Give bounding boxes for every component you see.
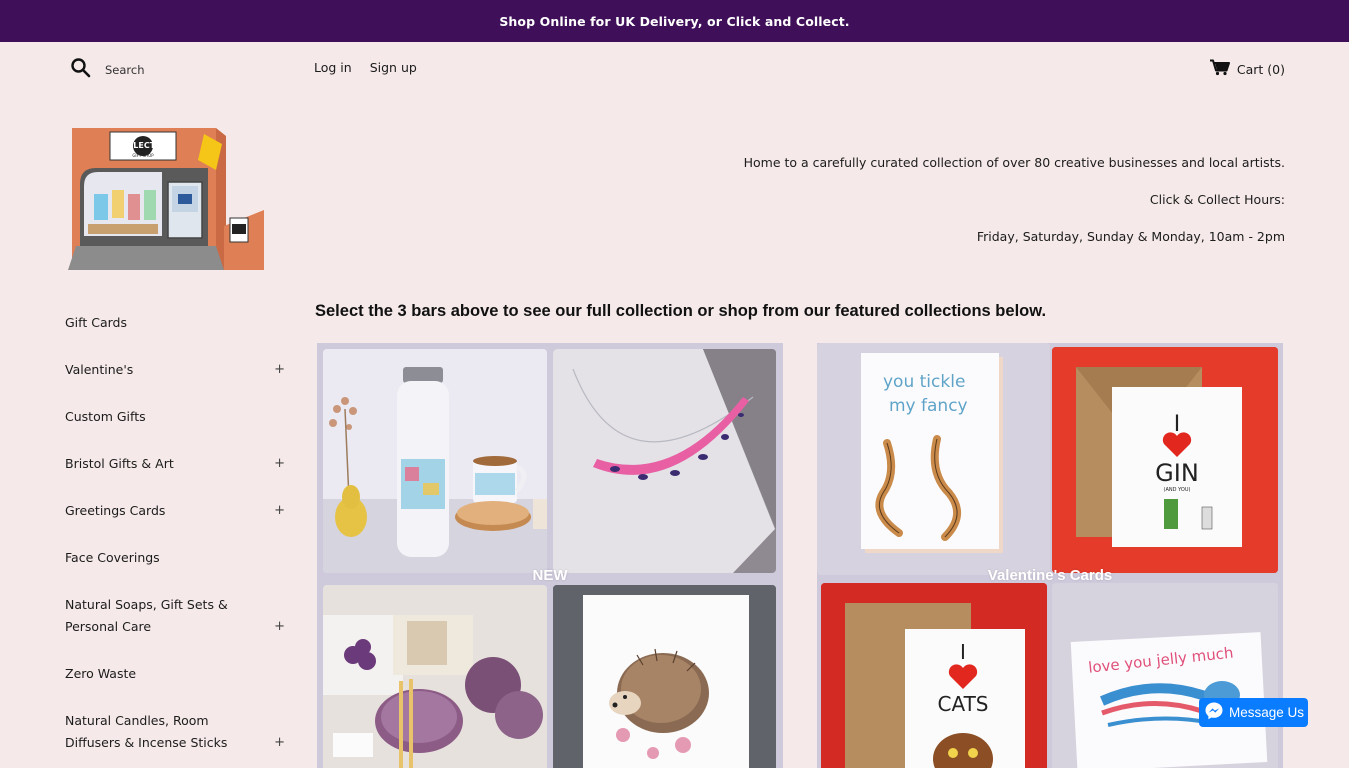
expand-plus-icon[interactable]: + xyxy=(274,453,285,475)
messenger-icon xyxy=(1204,701,1224,724)
card-text-and-you: (AND YOU) xyxy=(1164,487,1191,493)
click-collect-hours: Friday, Saturday, Sunday & Monday, 10am … xyxy=(976,229,1285,244)
collection-new[interactable]: NEW xyxy=(317,343,783,768)
card-text-tickle: you tickle xyxy=(883,372,965,392)
sidebar-item-label: Gift Cards xyxy=(65,315,127,330)
sidebar-item-label: Valentine's xyxy=(65,362,134,377)
expand-plus-icon[interactable]: + xyxy=(274,500,285,522)
cart-icon xyxy=(1209,59,1231,79)
expand-plus-icon[interactable]: + xyxy=(274,616,285,638)
card-text-gin-i: I xyxy=(1174,412,1181,437)
sidebar-item-greetings-cards[interactable]: Greetings Cards + xyxy=(65,500,285,522)
search-button[interactable]: Search xyxy=(70,57,145,82)
expand-plus-icon[interactable]: + xyxy=(274,732,285,754)
announcement-bar: Shop Online for UK Delivery, or Click an… xyxy=(0,0,1349,42)
collection-title: Valentine's Cards xyxy=(987,567,1113,584)
sidebar-item-label: Custom Gifts xyxy=(65,409,146,424)
product-image-cats-card: I CATS xyxy=(821,583,1047,768)
sidebar-item-label: Greetings Cards xyxy=(65,503,166,518)
cart-label: Cart (0) xyxy=(1236,61,1285,77)
collection-title: NEW xyxy=(532,567,568,584)
product-image-tickle-card: you tickle my fancy xyxy=(817,343,1050,575)
sidebar-item-valentines[interactable]: Valentine's + xyxy=(65,359,285,381)
product-image-jelly-card: love you jelly much xyxy=(1052,583,1278,768)
product-image-knitting-kit xyxy=(323,585,547,768)
login-link[interactable]: Log in xyxy=(314,60,352,75)
store-info: Home to a carefully curated collection o… xyxy=(744,144,1285,255)
sidebar-item-natural-soaps[interactable]: Natural Soaps, Gift Sets & Personal Care… xyxy=(65,594,285,638)
product-image-necklace xyxy=(553,349,776,573)
card-text-gin: GIN xyxy=(1155,459,1199,487)
sidebar-item-label: Natural Soaps, Gift Sets & Personal Care xyxy=(65,597,228,634)
shop-logo[interactable]: ECLECTIC GIFT SHOP xyxy=(66,124,264,270)
message-us-label: Message Us xyxy=(1229,705,1305,720)
signup-link[interactable]: Sign up xyxy=(370,60,417,75)
header: Search Log in Sign up Cart (0) xyxy=(0,42,1349,94)
sidebar-item-custom-gifts[interactable]: Custom Gifts xyxy=(65,406,285,428)
sidebar-item-label: Zero Waste xyxy=(65,666,137,681)
card-text-fancy: my fancy xyxy=(889,396,968,416)
sidebar-item-zero-waste[interactable]: Zero Waste xyxy=(65,663,285,685)
sidebar-item-face-coverings[interactable]: Face Coverings xyxy=(65,547,285,569)
announcement-text: Shop Online for UK Delivery, or Click an… xyxy=(499,13,850,29)
sidebar-item-natural-candles[interactable]: Natural Candles, Room Diffusers & Incens… xyxy=(65,710,285,754)
product-image-hedgehog-card xyxy=(553,585,776,768)
sidebar-item-label: Bristol Gifts & Art xyxy=(65,456,174,471)
cart-link[interactable]: Cart (0) xyxy=(1209,59,1285,79)
sidebar-item-label: Natural Candles, Room Diffusers & Incens… xyxy=(65,713,228,750)
card-text-cats: CATS xyxy=(937,692,988,716)
search-label: Search xyxy=(105,62,145,77)
sidebar-item-bristol-gifts[interactable]: Bristol Gifts & Art + xyxy=(65,453,285,475)
click-collect-heading: Click & Collect Hours: xyxy=(1149,192,1285,207)
logo-sign-subtext: GIFT SHOP xyxy=(132,153,154,158)
product-image-gin-card: I GIN (AND YOU) xyxy=(1052,347,1278,573)
collections-headline: Select the 3 bars above to see our full … xyxy=(315,302,1047,320)
search-icon xyxy=(70,57,91,82)
product-image-bottle xyxy=(323,349,547,573)
sidebar-item-label: Face Coverings xyxy=(65,550,160,565)
store-description: Home to a carefully curated collection o… xyxy=(743,155,1285,170)
logo-sign-text: ECLECTIC xyxy=(122,141,164,150)
message-us-button[interactable]: Message Us xyxy=(1199,698,1308,727)
account-links: Log in Sign up xyxy=(314,60,417,75)
expand-plus-icon[interactable]: + xyxy=(274,359,285,381)
card-text-cats-i: I xyxy=(960,640,966,664)
sidebar-item-gift-cards[interactable]: Gift Cards xyxy=(65,312,285,334)
